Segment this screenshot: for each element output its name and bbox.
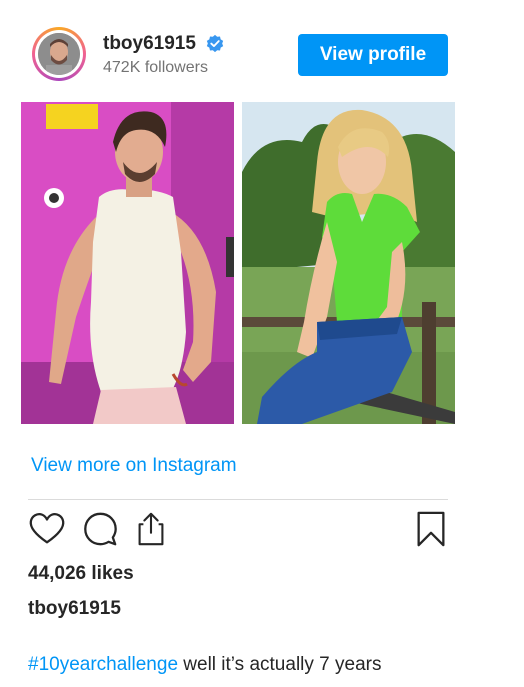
username[interactable]: tboy61915 — [103, 33, 196, 55]
avatar-photo — [38, 33, 80, 75]
comment-icon[interactable] — [81, 510, 119, 548]
share-icon[interactable] — [132, 510, 170, 548]
caption: #10yearchallenge well it’s actually 7 ye… — [28, 652, 488, 677]
post-header: tboy61915 472K followers View profile — [28, 27, 448, 85]
avatar[interactable] — [32, 27, 86, 81]
avatar-face — [38, 33, 80, 75]
post-photo-right[interactable] — [242, 102, 455, 424]
view-profile-button[interactable]: View profile — [298, 34, 448, 76]
followers-count: 472K followers — [103, 59, 208, 76]
action-bar — [28, 510, 448, 550]
avatar-border — [35, 30, 83, 78]
caption-text: well it’s actually 7 years — [178, 654, 382, 675]
caption-username[interactable]: tboy61915 — [28, 598, 121, 620]
heart-icon[interactable] — [28, 510, 66, 548]
photo-right-illustration — [242, 102, 455, 424]
photo-left-illustration — [21, 102, 234, 424]
likes-count[interactable]: 44,026 likes — [28, 563, 134, 585]
view-more-link[interactable]: View more on Instagram — [31, 455, 237, 477]
bookmark-icon[interactable] — [412, 510, 450, 548]
post-photo-left[interactable] — [21, 102, 234, 424]
verified-badge-icon — [206, 34, 224, 53]
divider — [28, 499, 448, 500]
caption-hashtag[interactable]: #10yearchallenge — [28, 654, 178, 675]
